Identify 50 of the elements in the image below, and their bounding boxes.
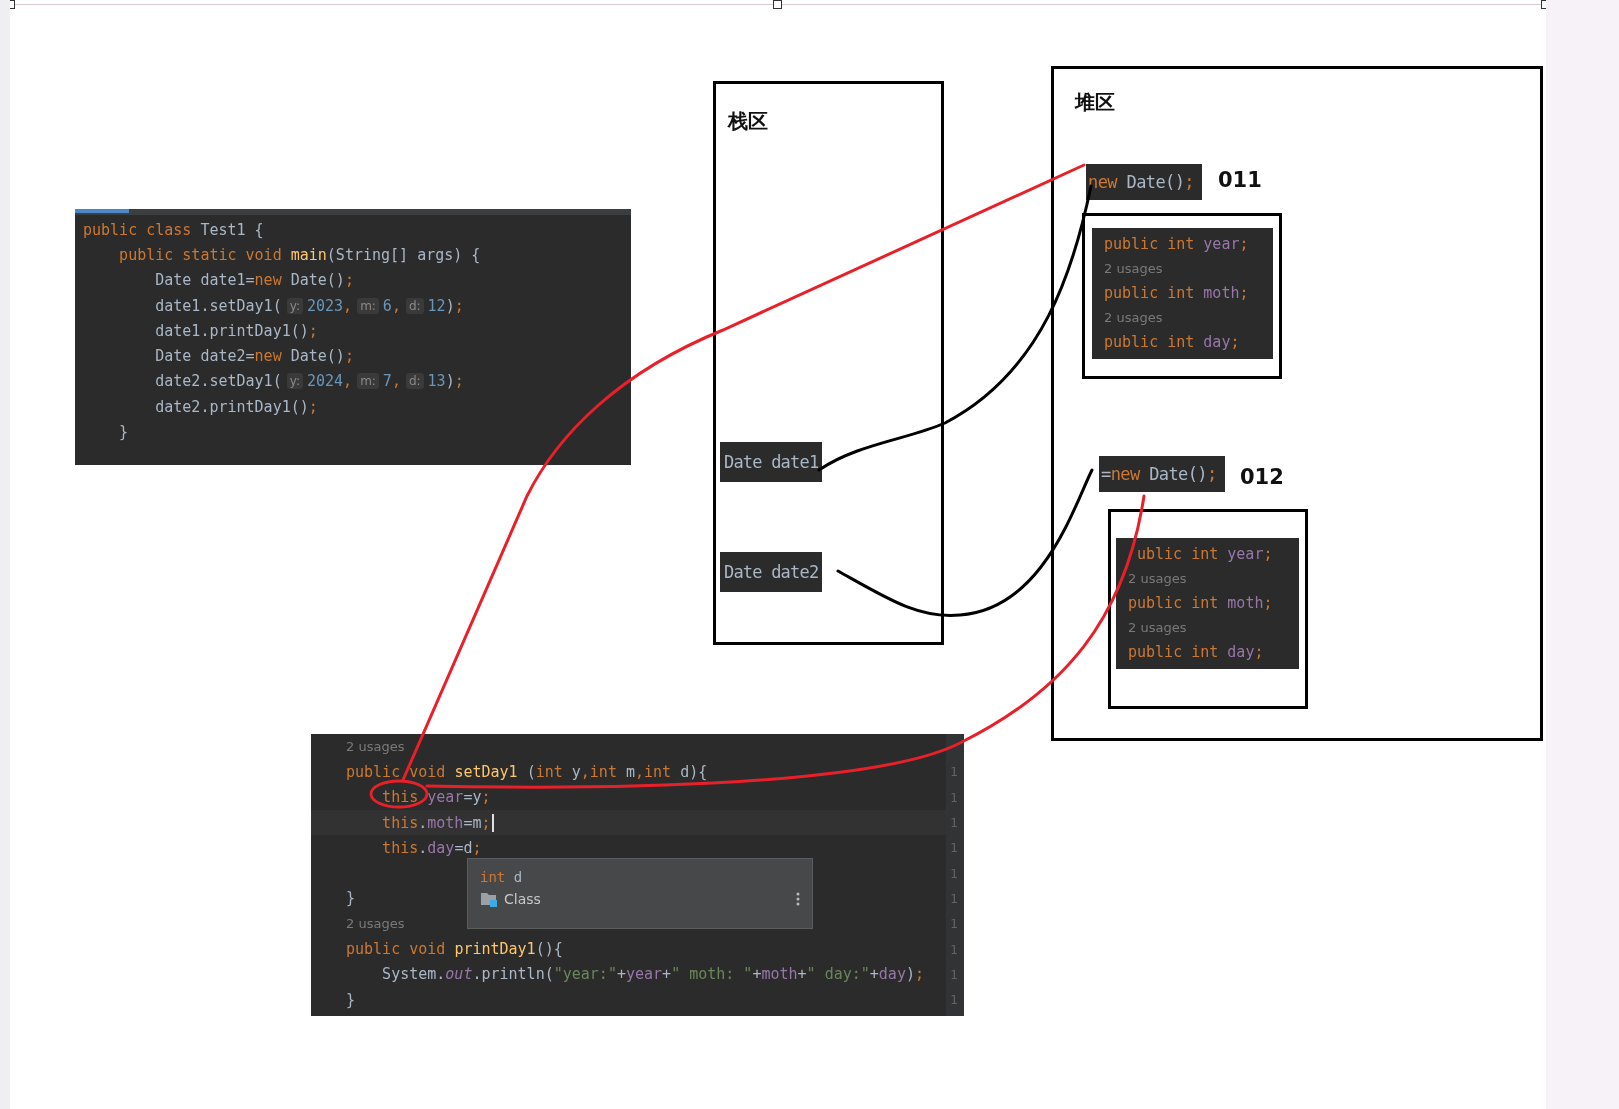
code-line: public int day; [1104, 333, 1240, 352]
stack-title: 栈区 [728, 109, 768, 133]
code-line: ublic int year; [1136, 545, 1273, 564]
parameter-hint: y: [286, 297, 303, 314]
code-line: public void printDay1(){ [346, 940, 563, 958]
code-line: this.moth=m; [346, 813, 494, 832]
code-line: public void setDay1 (int y,int m,int d){ [346, 762, 708, 781]
more-icon[interactable] [796, 892, 800, 906]
parameter-hint: m: [357, 297, 379, 314]
code-line: } [118, 423, 129, 441]
code-line: date1.setDay1( y: 2023, m: 6, d: 12); [154, 296, 464, 315]
constructor-label: new Date(); [1086, 164, 1202, 200]
parameter-hint: m: [357, 373, 379, 390]
code-line: Date date2=new Date(); [154, 347, 354, 366]
constructor-label: =new Date(); [1099, 456, 1225, 492]
parameter-hint: d: [405, 297, 424, 314]
code-line: date2.setDay1( y: 2024, m: 7, d: 13); [154, 372, 464, 391]
usages-hint: 2 usages [346, 916, 405, 932]
parameter-hint: y: [286, 373, 303, 390]
parameter-hint: d: [405, 373, 424, 390]
code-line: date2.printDay1(); [154, 397, 318, 416]
variable-label: Date date2 [720, 552, 823, 592]
text-caret [491, 813, 494, 832]
usages-hint: 2 usages [346, 739, 405, 755]
heap-title: 堆区 [1075, 90, 1115, 114]
code-line: this.day=d; [381, 838, 482, 857]
usages-hint: 2 usages [1128, 620, 1187, 636]
resize-handle[interactable] [773, 0, 782, 9]
code-line: Date date1=new Date(); [154, 271, 354, 290]
code-line: public static void main(String[] args) { [118, 245, 481, 264]
usages-hint: 2 usages [1128, 571, 1187, 587]
code-line: System.out.println("year:"+year+" moth: "+moth+" day:"+day); [381, 965, 924, 984]
code-line: } [346, 990, 356, 1009]
address-label: 012 [1240, 465, 1284, 489]
code-line: this year=y; [381, 788, 491, 807]
tab-indicator [75, 209, 129, 213]
address-label: 011 [1218, 168, 1262, 192]
code-line: public int moth; [1128, 594, 1273, 613]
usages-hint: 2 usages [1104, 310, 1163, 326]
code-line: date1.printDay1(); [154, 321, 318, 340]
code-line: public int moth; [1104, 284, 1249, 303]
code-line: public int day; [1128, 643, 1264, 662]
usages-hint: 2 usages [1104, 261, 1163, 277]
code-line: } [346, 889, 356, 908]
code-line: public class Test1 { [83, 220, 264, 239]
code-line: public int year; [1104, 235, 1249, 254]
signature-text: int d [480, 869, 523, 885]
popup-item[interactable]: Class [504, 891, 541, 907]
class-folder-icon [480, 891, 498, 907]
variable-label: Date date1 [720, 442, 823, 482]
